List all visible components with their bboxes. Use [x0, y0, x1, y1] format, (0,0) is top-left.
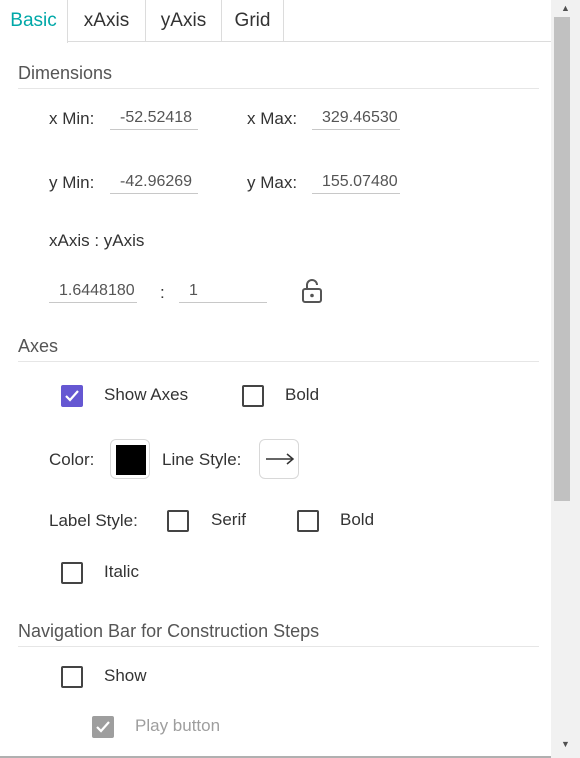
y-max-label: y Max: — [247, 173, 298, 192]
label-style-label: Label Style: — [49, 511, 138, 530]
axes-bold-checkbox[interactable] — [242, 385, 264, 407]
italic-label: Italic — [104, 562, 139, 581]
serif-checkbox[interactable] — [167, 510, 189, 532]
tab-yaxis[interactable]: yAxis — [146, 0, 222, 42]
show-axes-label: Show Axes — [104, 385, 189, 404]
line-style-label: Line Style: — [162, 450, 242, 469]
tab-xaxis[interactable]: xAxis — [68, 0, 146, 42]
line-style-button[interactable] — [259, 439, 299, 479]
ratio-separator: : — [160, 283, 165, 302]
lock-open-icon[interactable] — [300, 278, 324, 304]
tab-basic[interactable]: Basic — [0, 0, 68, 43]
play-button-checkbox[interactable] — [92, 716, 114, 738]
tab-bar: Basic xAxis yAxis Grid — [0, 0, 551, 43]
y-min-label: y Min: — [49, 173, 95, 192]
label-bold-checkbox[interactable] — [297, 510, 319, 532]
vertical-scrollbar[interactable]: ▲ ▼ — [551, 0, 580, 758]
navigation-section-title: Navigation Bar for Construction Steps — [18, 621, 539, 647]
y-max-input[interactable] — [312, 170, 400, 194]
x-max-label: x Max: — [247, 109, 298, 128]
serif-label: Serif — [211, 510, 246, 529]
axes-bold-label: Bold — [285, 385, 320, 404]
axes-color-button[interactable] — [110, 439, 150, 479]
scroll-up-arrow-icon[interactable]: ▲ — [551, 0, 580, 16]
scrollbar-thumb[interactable] — [554, 17, 570, 501]
arrow-right-icon — [265, 452, 295, 471]
show-axes-checkbox[interactable] — [61, 385, 83, 407]
dimensions-section-title: Dimensions — [18, 63, 539, 89]
color-swatch-fill — [116, 445, 146, 475]
tab-grid[interactable]: Grid — [222, 0, 284, 42]
play-button-label: Play button — [135, 716, 221, 735]
italic-checkbox[interactable] — [61, 562, 83, 584]
x-min-label: x Min: — [49, 109, 95, 128]
label-bold-label: Bold — [340, 510, 375, 529]
scroll-down-arrow-icon[interactable]: ▼ — [551, 736, 580, 752]
x-ratio-input[interactable] — [49, 279, 137, 303]
y-ratio-input[interactable] — [179, 279, 267, 303]
navigation-show-label: Show — [104, 666, 147, 685]
axis-ratio-label: xAxis : yAxis — [49, 231, 145, 250]
navigation-show-checkbox[interactable] — [61, 666, 83, 688]
color-label: Color: — [49, 450, 95, 469]
y-min-input[interactable] — [110, 170, 198, 194]
x-max-input[interactable] — [312, 106, 400, 130]
axes-section-title: Axes — [18, 336, 539, 362]
x-min-input[interactable] — [110, 106, 198, 130]
